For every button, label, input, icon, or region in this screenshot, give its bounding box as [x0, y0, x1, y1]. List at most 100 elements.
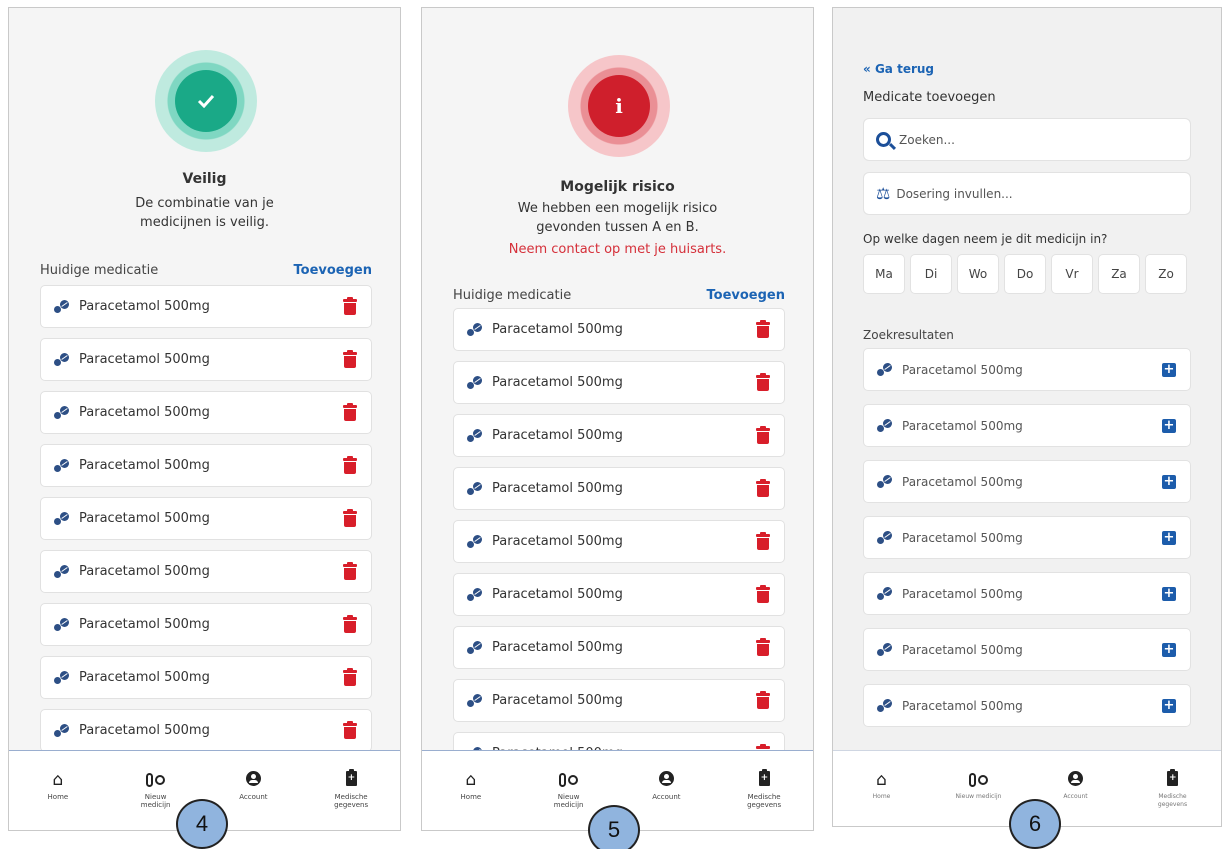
nav-label: Home	[872, 793, 891, 800]
dosage-placeholder: Dosering invullen...	[896, 186, 1013, 201]
add-square-icon[interactable]: +	[1162, 530, 1176, 545]
medication-name: Paracetamol 500mg	[492, 587, 623, 602]
add-square-icon[interactable]: +	[1162, 586, 1176, 601]
medication-card[interactable]: Paracetamol 500mg	[453, 520, 785, 563]
medication-card[interactable]: Paracetamol 500mg	[40, 338, 372, 381]
trash-icon[interactable]	[343, 456, 357, 474]
medication-card[interactable]: Paracetamol 500mg	[453, 308, 785, 351]
result-card[interactable]: Paracetamol 500mg +	[863, 628, 1191, 671]
search-input[interactable]: Zoeken...	[863, 118, 1191, 161]
dosage-input[interactable]: ⚖ Dosering invullen...	[863, 172, 1191, 215]
add-square-icon[interactable]: +	[1162, 474, 1176, 489]
medication-card[interactable]: Paracetamol 500mg	[40, 444, 372, 487]
nav-medical-data[interactable]: Medische gegevens	[1124, 751, 1221, 826]
pills-icon	[53, 352, 71, 367]
medication-card[interactable]: Paracetamol 500mg	[453, 573, 785, 616]
page-title: Medicate toevoegen	[863, 90, 996, 105]
trash-icon[interactable]	[343, 562, 357, 580]
medication-card[interactable]: Paracetamol 500mg	[40, 656, 372, 699]
nav-label: Home	[47, 793, 69, 801]
trash-icon[interactable]	[756, 320, 770, 338]
step-badge-4: 4	[176, 799, 228, 849]
result-card[interactable]: Paracetamol 500mg +	[863, 516, 1191, 559]
add-square-icon[interactable]: +	[1162, 418, 1176, 433]
medication-card[interactable]: Paracetamol 500mg	[453, 626, 785, 669]
days-question: Op welke dagen neem je dit medicijn in?	[863, 232, 1108, 246]
nav-medical-data[interactable]: Medische gegevens	[715, 751, 813, 830]
capsule-icon	[559, 771, 579, 789]
status-text-line-2: medicijnen is veilig.	[140, 215, 269, 230]
add-square-icon[interactable]: +	[1162, 362, 1176, 377]
trash-icon[interactable]	[343, 615, 357, 633]
medication-card[interactable]: Paracetamol 500mg	[40, 550, 372, 593]
day-button[interactable]: Vr	[1051, 254, 1093, 294]
clipboard-icon	[1167, 769, 1178, 786]
pills-icon	[53, 511, 71, 526]
medication-card[interactable]: Paracetamol 500mg	[40, 709, 372, 752]
trash-icon[interactable]	[343, 509, 357, 527]
nav-home[interactable]: ⌂ Home	[422, 751, 520, 830]
trash-icon[interactable]	[343, 350, 357, 368]
result-name: Paracetamol 500mg	[902, 698, 1023, 713]
nav-label: Account	[652, 793, 681, 801]
home-icon: ⌂	[465, 770, 477, 790]
trash-icon[interactable]	[343, 668, 357, 686]
day-button[interactable]: Do	[1004, 254, 1046, 294]
medication-list: Paracetamol 500mg Paracetamol 500mg Para…	[40, 285, 372, 762]
medication-name: Paracetamol 500mg	[79, 723, 210, 738]
status-text-line-1: We hebben een mogelijk risico	[517, 201, 718, 216]
trash-icon[interactable]	[756, 373, 770, 391]
medication-card[interactable]: Paracetamol 500mg	[40, 285, 372, 328]
pills-icon	[466, 428, 484, 443]
result-name: Paracetamol 500mg	[902, 362, 1023, 377]
result-card[interactable]: Paracetamol 500mg +	[863, 404, 1191, 447]
nav-label: Nieuw medicijn	[955, 793, 1002, 800]
result-name: Paracetamol 500mg	[902, 586, 1023, 601]
pills-icon	[53, 458, 71, 473]
nav-home[interactable]: ⌂ Home	[833, 751, 930, 826]
day-button[interactable]: Wo	[957, 254, 999, 294]
result-card[interactable]: Paracetamol 500mg +	[863, 684, 1191, 727]
day-button[interactable]: Zo	[1145, 254, 1187, 294]
result-card[interactable]: Paracetamol 500mg +	[863, 460, 1191, 503]
status-title: Veilig	[182, 171, 227, 187]
medication-card[interactable]: Paracetamol 500mg	[40, 497, 372, 540]
trash-icon[interactable]	[756, 638, 770, 656]
account-icon	[658, 771, 674, 786]
add-square-icon[interactable]: +	[1162, 642, 1176, 657]
nav-home[interactable]: ⌂ Home	[9, 751, 107, 830]
status-indicator-risk: i	[568, 55, 670, 157]
back-link[interactable]: « Ga terug	[863, 62, 934, 76]
trash-icon[interactable]	[756, 585, 770, 603]
trash-icon[interactable]	[343, 721, 357, 739]
balance-scale-icon: ⚖	[876, 183, 891, 203]
pills-icon	[466, 640, 484, 655]
medication-card[interactable]: Paracetamol 500mg	[40, 603, 372, 646]
day-button[interactable]: Za	[1098, 254, 1140, 294]
trash-icon[interactable]	[343, 297, 357, 315]
day-button[interactable]: Di	[910, 254, 952, 294]
medication-card[interactable]: Paracetamol 500mg	[40, 391, 372, 434]
nav-medical-data[interactable]: Medische gegevens	[302, 751, 400, 830]
info-icon: i	[588, 75, 650, 137]
add-link[interactable]: Toevoegen	[707, 288, 786, 303]
medication-card[interactable]: Paracetamol 500mg	[453, 361, 785, 404]
status-text-line-2: gevonden tussen A en B.	[536, 220, 699, 235]
pills-icon	[876, 362, 894, 377]
trash-icon[interactable]	[756, 691, 770, 709]
day-button[interactable]: Ma	[863, 254, 905, 294]
result-card[interactable]: Paracetamol 500mg +	[863, 348, 1191, 391]
trash-icon[interactable]	[756, 479, 770, 497]
medication-name: Paracetamol 500mg	[79, 352, 210, 367]
add-square-icon[interactable]: +	[1162, 698, 1176, 713]
add-link[interactable]: Toevoegen	[294, 263, 373, 278]
trash-icon[interactable]	[756, 532, 770, 550]
medication-card[interactable]: Paracetamol 500mg	[453, 467, 785, 510]
trash-icon[interactable]	[343, 403, 357, 421]
medication-card[interactable]: Paracetamol 500mg	[453, 679, 785, 722]
medication-list: Paracetamol 500mg Paracetamol 500mg Para…	[453, 308, 785, 785]
result-card[interactable]: Paracetamol 500mg +	[863, 572, 1191, 615]
trash-icon[interactable]	[756, 426, 770, 444]
medication-name: Paracetamol 500mg	[492, 534, 623, 549]
medication-card[interactable]: Paracetamol 500mg	[453, 414, 785, 457]
